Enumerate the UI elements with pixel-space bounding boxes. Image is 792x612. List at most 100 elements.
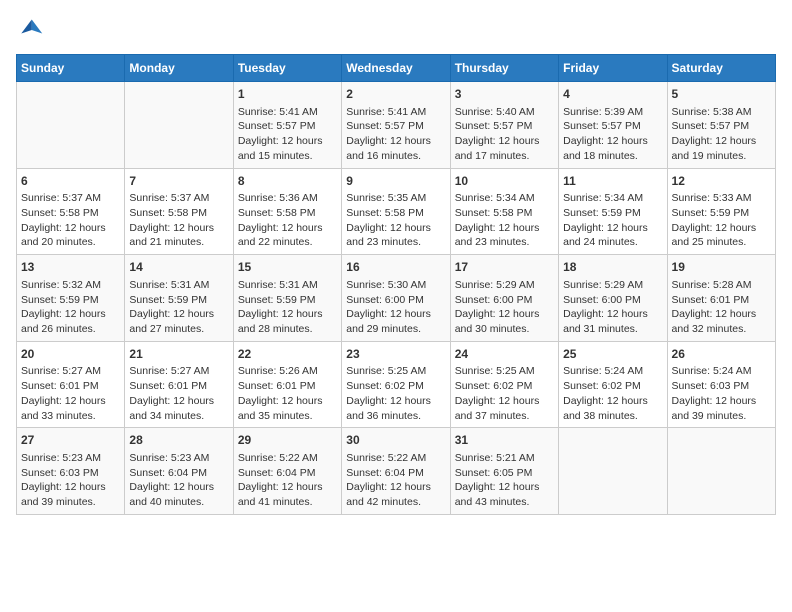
day-info: Sunrise: 5:34 AMSunset: 5:58 PMDaylight:…	[455, 191, 554, 250]
day-info: Sunrise: 5:23 AMSunset: 6:04 PMDaylight:…	[129, 451, 228, 510]
day-info: Sunrise: 5:34 AMSunset: 5:59 PMDaylight:…	[563, 191, 662, 250]
day-number: 22	[238, 346, 337, 363]
weekday-header: Monday	[125, 55, 233, 82]
calendar-day-cell: 31 Sunrise: 5:21 AMSunset: 6:05 PMDayligh…	[450, 428, 558, 515]
day-info: Sunrise: 5:27 AMSunset: 6:01 PMDaylight:…	[21, 364, 120, 423]
calendar-day-cell: 15 Sunrise: 5:31 AMSunset: 5:59 PMDayligh…	[233, 255, 341, 342]
day-number: 31	[455, 432, 554, 449]
calendar-day-cell: 11Sunrise: 5:34 AMSunset: 5:59 PMDayligh…	[559, 168, 667, 255]
day-info: Sunrise: 5:25 AMSunset: 6:02 PMDaylight:…	[346, 364, 445, 423]
weekday-header: Friday	[559, 55, 667, 82]
calendar-day-cell: 1 Sunrise: 5:41 AMSunset: 5:57 PMDaylight…	[233, 82, 341, 169]
day-info: Sunrise: 5:37 AMSunset: 5:58 PMDaylight:…	[21, 191, 120, 250]
day-number: 4	[563, 86, 662, 103]
calendar-day-cell	[17, 82, 125, 169]
calendar-day-cell: 19Sunrise: 5:28 AMSunset: 6:01 PMDayligh…	[667, 255, 775, 342]
day-info: Sunrise: 5:27 AMSunset: 6:01 PMDaylight:…	[129, 364, 228, 423]
weekday-header: Wednesday	[342, 55, 450, 82]
weekday-header: Tuesday	[233, 55, 341, 82]
calendar-day-cell: 3 Sunrise: 5:40 AMSunset: 5:57 PMDaylight…	[450, 82, 558, 169]
calendar-day-cell: 2 Sunrise: 5:41 AMSunset: 5:57 PMDaylight…	[342, 82, 450, 169]
weekday-header: Thursday	[450, 55, 558, 82]
calendar-day-cell: 26Sunrise: 5:24 AMSunset: 6:03 PMDayligh…	[667, 341, 775, 428]
day-info: Sunrise: 5:29 AMSunset: 6:00 PMDaylight:…	[455, 278, 554, 337]
day-number: 27	[21, 432, 120, 449]
day-number: 24	[455, 346, 554, 363]
calendar-day-cell: 18Sunrise: 5:29 AMSunset: 6:00 PMDayligh…	[559, 255, 667, 342]
day-number: 2	[346, 86, 445, 103]
day-info: Sunrise: 5:28 AMSunset: 6:01 PMDaylight:…	[672, 278, 771, 337]
day-number: 16	[346, 259, 445, 276]
day-number: 5	[672, 86, 771, 103]
day-number: 10	[455, 173, 554, 190]
day-info: Sunrise: 5:37 AMSunset: 5:58 PMDaylight:…	[129, 191, 228, 250]
day-info: Sunrise: 5:31 AMSunset: 5:59 PMDaylight:…	[129, 278, 228, 337]
day-number: 12	[672, 173, 771, 190]
calendar-day-cell: 13Sunrise: 5:32 AMSunset: 5:59 PMDayligh…	[17, 255, 125, 342]
calendar-week-row: 20Sunrise: 5:27 AMSunset: 6:01 PMDayligh…	[17, 341, 776, 428]
calendar-day-cell: 22Sunrise: 5:26 AMSunset: 6:01 PMDayligh…	[233, 341, 341, 428]
day-number: 26	[672, 346, 771, 363]
day-info: Sunrise: 5:39 AMSunset: 5:57 PMDaylight:…	[563, 105, 662, 164]
day-info: Sunrise: 5:36 AMSunset: 5:58 PMDaylight:…	[238, 191, 337, 250]
day-info: Sunrise: 5:30 AMSunset: 6:00 PMDaylight:…	[346, 278, 445, 337]
day-number: 6	[21, 173, 120, 190]
calendar-week-row: 1 Sunrise: 5:41 AMSunset: 5:57 PMDaylight…	[17, 82, 776, 169]
day-number: 21	[129, 346, 228, 363]
calendar-body: 1 Sunrise: 5:41 AMSunset: 5:57 PMDaylight…	[17, 82, 776, 515]
calendar-week-row: 13Sunrise: 5:32 AMSunset: 5:59 PMDayligh…	[17, 255, 776, 342]
day-number: 29	[238, 432, 337, 449]
day-info: Sunrise: 5:40 AMSunset: 5:57 PMDaylight:…	[455, 105, 554, 164]
day-info: Sunrise: 5:26 AMSunset: 6:01 PMDaylight:…	[238, 364, 337, 423]
day-number: 25	[563, 346, 662, 363]
calendar-day-cell: 16 Sunrise: 5:30 AMSunset: 6:00 PMDayligh…	[342, 255, 450, 342]
logo-icon	[16, 16, 44, 44]
calendar-day-cell: 9Sunrise: 5:35 AMSunset: 5:58 PMDaylight…	[342, 168, 450, 255]
day-number: 28	[129, 432, 228, 449]
calendar-day-cell: 6Sunrise: 5:37 AMSunset: 5:58 PMDaylight…	[17, 168, 125, 255]
day-info: Sunrise: 5:22 AMSunset: 6:04 PMDaylight:…	[346, 451, 445, 510]
day-info: Sunrise: 5:41 AMSunset: 5:57 PMDaylight:…	[238, 105, 337, 164]
day-info: Sunrise: 5:24 AMSunset: 6:02 PMDaylight:…	[563, 364, 662, 423]
calendar-table: SundayMondayTuesdayWednesdayThursdayFrid…	[16, 54, 776, 515]
weekday-header: Sunday	[17, 55, 125, 82]
calendar-day-cell: 27 Sunrise: 5:23 AMSunset: 6:03 PMDayligh…	[17, 428, 125, 515]
day-info: Sunrise: 5:21 AMSunset: 6:05 PMDaylight:…	[455, 451, 554, 510]
calendar-day-cell: 8Sunrise: 5:36 AMSunset: 5:58 PMDaylight…	[233, 168, 341, 255]
calendar-day-cell: 17Sunrise: 5:29 AMSunset: 6:00 PMDayligh…	[450, 255, 558, 342]
calendar-day-cell: 30Sunrise: 5:22 AMSunset: 6:04 PMDayligh…	[342, 428, 450, 515]
calendar-day-cell: 25Sunrise: 5:24 AMSunset: 6:02 PMDayligh…	[559, 341, 667, 428]
calendar-day-cell	[667, 428, 775, 515]
calendar-day-cell: 14 Sunrise: 5:31 AMSunset: 5:59 PMDayligh…	[125, 255, 233, 342]
day-number: 8	[238, 173, 337, 190]
day-number: 3	[455, 86, 554, 103]
calendar-day-cell: 23Sunrise: 5:25 AMSunset: 6:02 PMDayligh…	[342, 341, 450, 428]
day-info: Sunrise: 5:22 AMSunset: 6:04 PMDaylight:…	[238, 451, 337, 510]
weekday-header: Saturday	[667, 55, 775, 82]
day-number: 18	[563, 259, 662, 276]
calendar-day-cell	[559, 428, 667, 515]
day-info: Sunrise: 5:33 AMSunset: 5:59 PMDaylight:…	[672, 191, 771, 250]
calendar-day-cell: 12Sunrise: 5:33 AMSunset: 5:59 PMDayligh…	[667, 168, 775, 255]
day-number: 1	[238, 86, 337, 103]
calendar-day-cell: 7Sunrise: 5:37 AMSunset: 5:58 PMDaylight…	[125, 168, 233, 255]
day-info: Sunrise: 5:41 AMSunset: 5:57 PMDaylight:…	[346, 105, 445, 164]
calendar-day-cell: 20Sunrise: 5:27 AMSunset: 6:01 PMDayligh…	[17, 341, 125, 428]
calendar-day-cell: 29 Sunrise: 5:22 AMSunset: 6:04 PMDayligh…	[233, 428, 341, 515]
calendar-day-cell: 4 Sunrise: 5:39 AMSunset: 5:57 PMDaylight…	[559, 82, 667, 169]
day-number: 11	[563, 173, 662, 190]
day-info: Sunrise: 5:35 AMSunset: 5:58 PMDaylight:…	[346, 191, 445, 250]
day-info: Sunrise: 5:31 AMSunset: 5:59 PMDaylight:…	[238, 278, 337, 337]
calendar-day-cell: 28 Sunrise: 5:23 AMSunset: 6:04 PMDayligh…	[125, 428, 233, 515]
calendar-header: SundayMondayTuesdayWednesdayThursdayFrid…	[17, 55, 776, 82]
calendar-day-cell: 5Sunrise: 5:38 AMSunset: 5:57 PMDaylight…	[667, 82, 775, 169]
calendar-day-cell: 10Sunrise: 5:34 AMSunset: 5:58 PMDayligh…	[450, 168, 558, 255]
day-number: 15	[238, 259, 337, 276]
page-header	[16, 16, 776, 44]
day-info: Sunrise: 5:23 AMSunset: 6:03 PMDaylight:…	[21, 451, 120, 510]
calendar-week-row: 6Sunrise: 5:37 AMSunset: 5:58 PMDaylight…	[17, 168, 776, 255]
calendar-day-cell	[125, 82, 233, 169]
day-number: 23	[346, 346, 445, 363]
day-number: 14	[129, 259, 228, 276]
day-number: 13	[21, 259, 120, 276]
